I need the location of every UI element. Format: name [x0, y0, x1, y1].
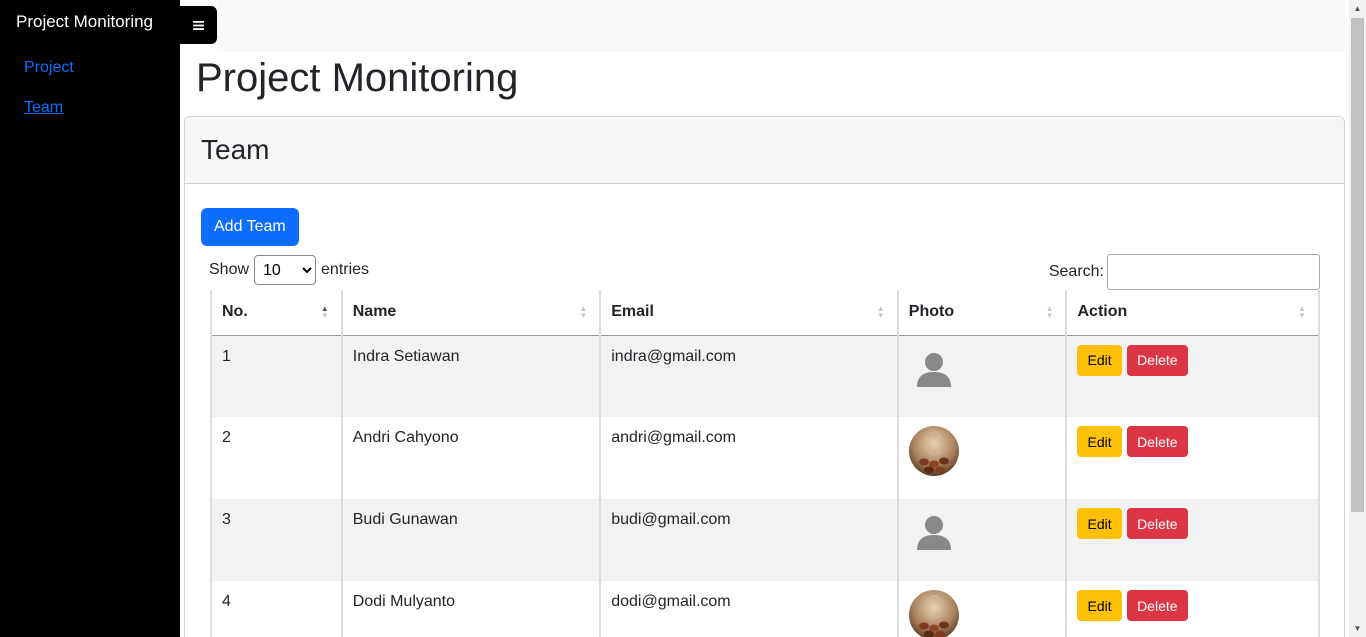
sort-arrows-icon: ▲ ▼ [579, 304, 588, 320]
sort-ascending-icon: ▲ ▼ [320, 304, 329, 320]
coffee-beans-photo [908, 590, 959, 637]
column-header-action[interactable]: Action ▲ ▼ [1065, 290, 1320, 336]
entries-label: entries [321, 261, 370, 278]
cell-no: 1 [210, 335, 343, 417]
card-title: Team [201, 134, 270, 165]
column-header-email[interactable]: Email ▲ ▼ [599, 290, 899, 336]
vertical-scrollbar[interactable]: ▲ ▼ [1349, 0, 1366, 637]
edit-button[interactable]: Edit [1077, 590, 1122, 621]
cell-no: 2 [210, 417, 343, 499]
cell-email: budi@gmail.com [599, 499, 899, 581]
cell-photo [896, 335, 1068, 417]
cell-email: indra@gmail.com [599, 335, 899, 417]
cell-name: Dodi Mulyanto [340, 581, 602, 637]
delete-button[interactable]: Delete [1127, 426, 1188, 457]
cell-photo [896, 499, 1068, 581]
team-card: Team Add Team Show 10 25 50 100 entries … [184, 116, 1345, 637]
table-row: 2 Andri Cahyono andri@gmail.com Edit Del… [210, 417, 1320, 499]
cell-no: 3 [210, 499, 343, 581]
page-length-select[interactable]: 10 25 50 100 [254, 255, 317, 285]
sort-arrows-icon: ▲ ▼ [1045, 304, 1054, 320]
column-header-name[interactable]: Name ▲ ▼ [340, 290, 602, 336]
default-user-icon [909, 345, 959, 395]
card-header: Team [185, 117, 1344, 184]
cell-email: dodi@gmail.com [599, 581, 899, 637]
column-header-photo[interactable]: Photo ▲ ▼ [896, 290, 1068, 336]
coffee-beans-photo [908, 426, 959, 476]
team-table: No. ▲ ▼ Name ▲ ▼ Email ▲ ▼ Photo ▲ ▼ Act… [210, 290, 1320, 637]
scrollbar-thumb[interactable] [1351, 18, 1364, 512]
hamburger-menu-icon [193, 18, 204, 33]
delete-button[interactable]: Delete [1127, 508, 1188, 539]
top-navbar [217, 0, 1345, 52]
page-length-control: Show 10 25 50 100 entries [209, 255, 369, 285]
sidebar-toggle-button[interactable] [180, 6, 217, 44]
cell-actions: Edit Delete [1065, 581, 1320, 637]
scroll-up-arrow-icon[interactable]: ▲ [1349, 0, 1366, 17]
page-title: Project Monitoring [196, 56, 519, 100]
cell-name: Andri Cahyono [340, 417, 602, 499]
table-header-row: No. ▲ ▼ Name ▲ ▼ Email ▲ ▼ Photo ▲ ▼ Act… [210, 290, 1320, 336]
cell-actions: Edit Delete [1065, 499, 1320, 581]
delete-button[interactable]: Delete [1127, 590, 1188, 621]
table-row: 1 Indra Setiawan indra@gmail.com Edit De… [210, 335, 1320, 417]
sidebar-item-project[interactable]: Project [24, 59, 74, 77]
cell-name: Budi Gunawan [340, 499, 602, 581]
cell-name: Indra Setiawan [340, 335, 602, 417]
cell-actions: Edit Delete [1065, 417, 1320, 499]
sidebar-brand[interactable]: Project Monitoring [16, 12, 153, 32]
delete-button[interactable]: Delete [1127, 344, 1188, 376]
cell-photo [896, 581, 1068, 637]
edit-button[interactable]: Edit [1077, 508, 1122, 539]
sidebar: Project Monitoring Project Team [0, 0, 180, 637]
search-input[interactable] [1107, 254, 1320, 290]
default-user-icon [909, 508, 959, 558]
edit-button[interactable]: Edit [1077, 426, 1122, 457]
table-row: 4 Dodi Mulyanto dodi@gmail.com Edit Dele… [210, 581, 1320, 637]
cell-no: 4 [210, 581, 343, 637]
edit-button[interactable]: Edit [1077, 344, 1122, 376]
cell-photo [896, 417, 1068, 499]
cell-actions: Edit Delete [1065, 335, 1320, 417]
main-content: Project Monitoring Team Add Team Show 10… [180, 52, 1349, 637]
search-control: Search: [1049, 254, 1320, 290]
sort-arrows-icon: ▲ ▼ [876, 304, 885, 320]
search-label: Search: [1048, 263, 1104, 280]
sort-arrows-icon: ▲ ▼ [1298, 304, 1306, 320]
add-team-button[interactable]: Add Team [201, 208, 299, 246]
sidebar-item-team[interactable]: Team [24, 99, 63, 117]
show-label: Show [209, 261, 250, 278]
column-header-no[interactable]: No. ▲ ▼ [210, 290, 343, 336]
table-row: 3 Budi Gunawan budi@gmail.com Edit Delet… [210, 499, 1320, 581]
scroll-down-arrow-icon[interactable]: ▼ [1349, 620, 1366, 637]
cell-email: andri@gmail.com [599, 417, 899, 499]
